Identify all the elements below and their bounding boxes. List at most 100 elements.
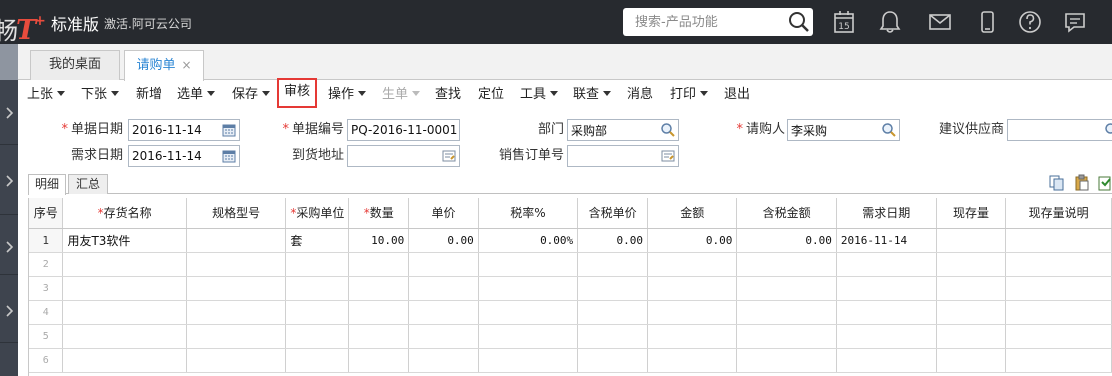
cell-empty[interactable] <box>1005 300 1112 325</box>
cell-unit[interactable]: 套 <box>285 228 350 253</box>
cell-empty[interactable] <box>936 252 1007 277</box>
table-row[interactable]: 4 <box>29 300 1112 325</box>
copy-row-icon[interactable] <box>1048 174 1066 192</box>
cell-tax-rate[interactable]: 0.00% <box>478 228 579 253</box>
chevron-right-icon[interactable] <box>2 174 16 188</box>
col-header-tax-rate[interactable]: 税率% <box>478 198 579 229</box>
cell-empty[interactable] <box>736 276 837 301</box>
cell-empty[interactable] <box>478 300 579 325</box>
tools-button[interactable]: 工具 <box>520 81 559 109</box>
calendar-picker-icon[interactable] <box>221 122 237 138</box>
cell-empty[interactable] <box>62 276 187 301</box>
col-header-index[interactable]: 序号 <box>29 198 64 229</box>
cell-empty[interactable] <box>478 324 579 349</box>
calendar-icon[interactable]: 15 <box>831 9 857 35</box>
cell-empty[interactable] <box>285 300 350 325</box>
cell-empty[interactable] <box>478 276 579 301</box>
calendar-picker-icon[interactable] <box>221 148 237 164</box>
exit-button[interactable]: 退出 <box>724 81 750 109</box>
cell-empty[interactable] <box>186 324 287 349</box>
cell-empty[interactable] <box>62 348 187 373</box>
cell-empty[interactable] <box>577 252 649 277</box>
locate-button[interactable]: 定位 <box>478 81 504 109</box>
cell-empty[interactable] <box>62 252 187 277</box>
supplier-field[interactable] <box>1007 119 1112 141</box>
col-header-spec[interactable]: 规格型号 <box>186 198 287 229</box>
lookup-search-icon[interactable] <box>1104 122 1112 138</box>
cell-empty[interactable] <box>736 348 837 373</box>
tab-my-desktop[interactable]: 我的桌面 <box>30 50 120 80</box>
cell-empty[interactable] <box>836 252 937 277</box>
cell-empty[interactable] <box>408 324 479 349</box>
mail-icon[interactable] <box>927 9 953 35</box>
cell-empty[interactable] <box>186 276 287 301</box>
cell-empty[interactable] <box>348 324 410 349</box>
new-button[interactable]: 新增 <box>136 81 162 109</box>
cell-empty[interactable] <box>577 276 649 301</box>
table-row[interactable]: 3 <box>29 276 1112 301</box>
chevron-right-icon[interactable] <box>2 304 16 318</box>
cell-empty[interactable] <box>186 300 287 325</box>
col-header-amount-incl-tax[interactable]: 含税金额 <box>736 198 837 229</box>
table-row[interactable]: 5 <box>29 324 1112 349</box>
bell-icon[interactable] <box>877 9 903 35</box>
help-icon[interactable] <box>1017 9 1043 35</box>
doc-no-field[interactable] <box>347 119 460 141</box>
cell-stock-note[interactable] <box>1005 228 1112 253</box>
mobile-icon[interactable] <box>974 9 1000 35</box>
edit-detail-icon[interactable] <box>660 148 676 164</box>
cell-empty[interactable] <box>348 252 410 277</box>
cell-empty[interactable] <box>1005 348 1112 373</box>
tab-summary[interactable]: 汇总 <box>68 174 108 194</box>
col-header-need-date[interactable]: 需求日期 <box>836 198 937 229</box>
cell-empty[interactable] <box>408 276 479 301</box>
left-nav-active-item[interactable] <box>0 44 18 80</box>
cell-empty[interactable] <box>285 324 350 349</box>
col-header-qty[interactable]: *数量 <box>348 198 410 229</box>
cell-qty[interactable]: 10.00 <box>348 228 410 253</box>
supplier-input[interactable] <box>1008 120 1112 140</box>
col-header-stock-note[interactable]: 现存量说明 <box>1005 198 1112 229</box>
select-order-button[interactable]: 选单 <box>177 81 216 109</box>
cell-empty[interactable] <box>478 252 579 277</box>
cell-empty[interactable] <box>577 300 649 325</box>
cell-empty[interactable] <box>836 300 937 325</box>
sales-order-field[interactable] <box>567 145 679 167</box>
cell-spec[interactable] <box>186 228 287 253</box>
tab-purchase-request[interactable]: 请购单 × <box>124 50 204 81</box>
col-header-price[interactable]: 单价 <box>408 198 479 229</box>
cell-empty[interactable] <box>836 348 937 373</box>
table-row[interactable]: 2 <box>29 252 1112 277</box>
cell-empty[interactable] <box>285 252 350 277</box>
search-input[interactable] <box>623 8 783 36</box>
cell-empty[interactable] <box>62 324 187 349</box>
cell-empty[interactable] <box>647 252 738 277</box>
tab-detail[interactable]: 明细 <box>28 174 66 195</box>
cell-empty[interactable] <box>736 252 837 277</box>
edit-detail-icon[interactable] <box>441 148 457 164</box>
cell-stock[interactable] <box>936 228 1007 253</box>
audit-button[interactable]: 审核 <box>277 78 318 108</box>
cell-empty[interactable] <box>62 300 187 325</box>
cell-empty[interactable] <box>936 324 1007 349</box>
cell-empty[interactable] <box>577 324 649 349</box>
cell-empty[interactable] <box>408 300 479 325</box>
cell-empty[interactable] <box>348 276 410 301</box>
cell-amount[interactable]: 0.00 <box>647 228 738 253</box>
cell-empty[interactable] <box>285 276 350 301</box>
chat-icon[interactable] <box>1062 9 1088 35</box>
message-button[interactable]: 消息 <box>627 81 653 109</box>
paste-row-icon[interactable] <box>1073 174 1091 192</box>
doc-date-field[interactable] <box>128 119 240 141</box>
close-icon[interactable]: × <box>181 51 191 79</box>
dept-field[interactable] <box>567 119 679 141</box>
export-icon[interactable] <box>1096 174 1112 192</box>
search-box[interactable] <box>623 8 813 36</box>
cell-empty[interactable] <box>348 300 410 325</box>
cell-empty[interactable] <box>577 348 649 373</box>
search-icon[interactable] <box>787 10 811 34</box>
cell-empty[interactable] <box>285 348 350 373</box>
cell-empty[interactable] <box>936 348 1007 373</box>
company-link[interactable]: 激活.阿可云公司 <box>104 15 192 32</box>
cell-empty[interactable] <box>647 324 738 349</box>
